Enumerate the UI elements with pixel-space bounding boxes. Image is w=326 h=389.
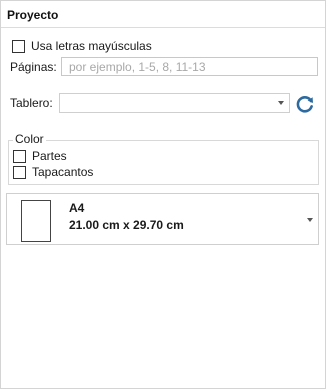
- checkbox-box[interactable]: [13, 165, 26, 179]
- project-panel: Proyecto Usa letras mayúsculas Páginas: …: [0, 0, 326, 389]
- board-select[interactable]: [59, 93, 290, 113]
- board-label: Tablero:: [10, 96, 53, 110]
- paper-dimensions: 21.00 cm x 29.70 cm: [69, 218, 184, 232]
- panel-header: Proyecto: [1, 1, 325, 28]
- color-group-title: Color: [13, 132, 46, 146]
- color-option-label: Tapacantos: [32, 165, 94, 179]
- pages-input[interactable]: [61, 57, 318, 76]
- pages-label: Páginas:: [10, 60, 57, 74]
- checkbox-box[interactable]: [13, 149, 26, 163]
- uppercase-checkbox[interactable]: Usa letras mayúsculas: [12, 39, 152, 53]
- uppercase-label: Usa letras mayúsculas: [31, 39, 152, 53]
- paper-name: A4: [69, 201, 85, 215]
- chevron-down-icon: [278, 101, 284, 105]
- refresh-icon: [296, 96, 313, 113]
- refresh-button[interactable]: [294, 93, 316, 115]
- panel-title: Proyecto: [7, 8, 59, 22]
- chevron-down-icon: [307, 218, 313, 222]
- checkbox-box[interactable]: [12, 39, 25, 53]
- paper-size-dropdown[interactable]: A4 21.00 cm x 29.70 cm: [6, 193, 319, 245]
- color-option-edge-banding[interactable]: Tapacantos: [13, 165, 93, 179]
- color-option-parts[interactable]: Partes: [13, 149, 67, 163]
- page-thumbnail-icon: [21, 200, 51, 242]
- color-option-label: Partes: [32, 149, 67, 163]
